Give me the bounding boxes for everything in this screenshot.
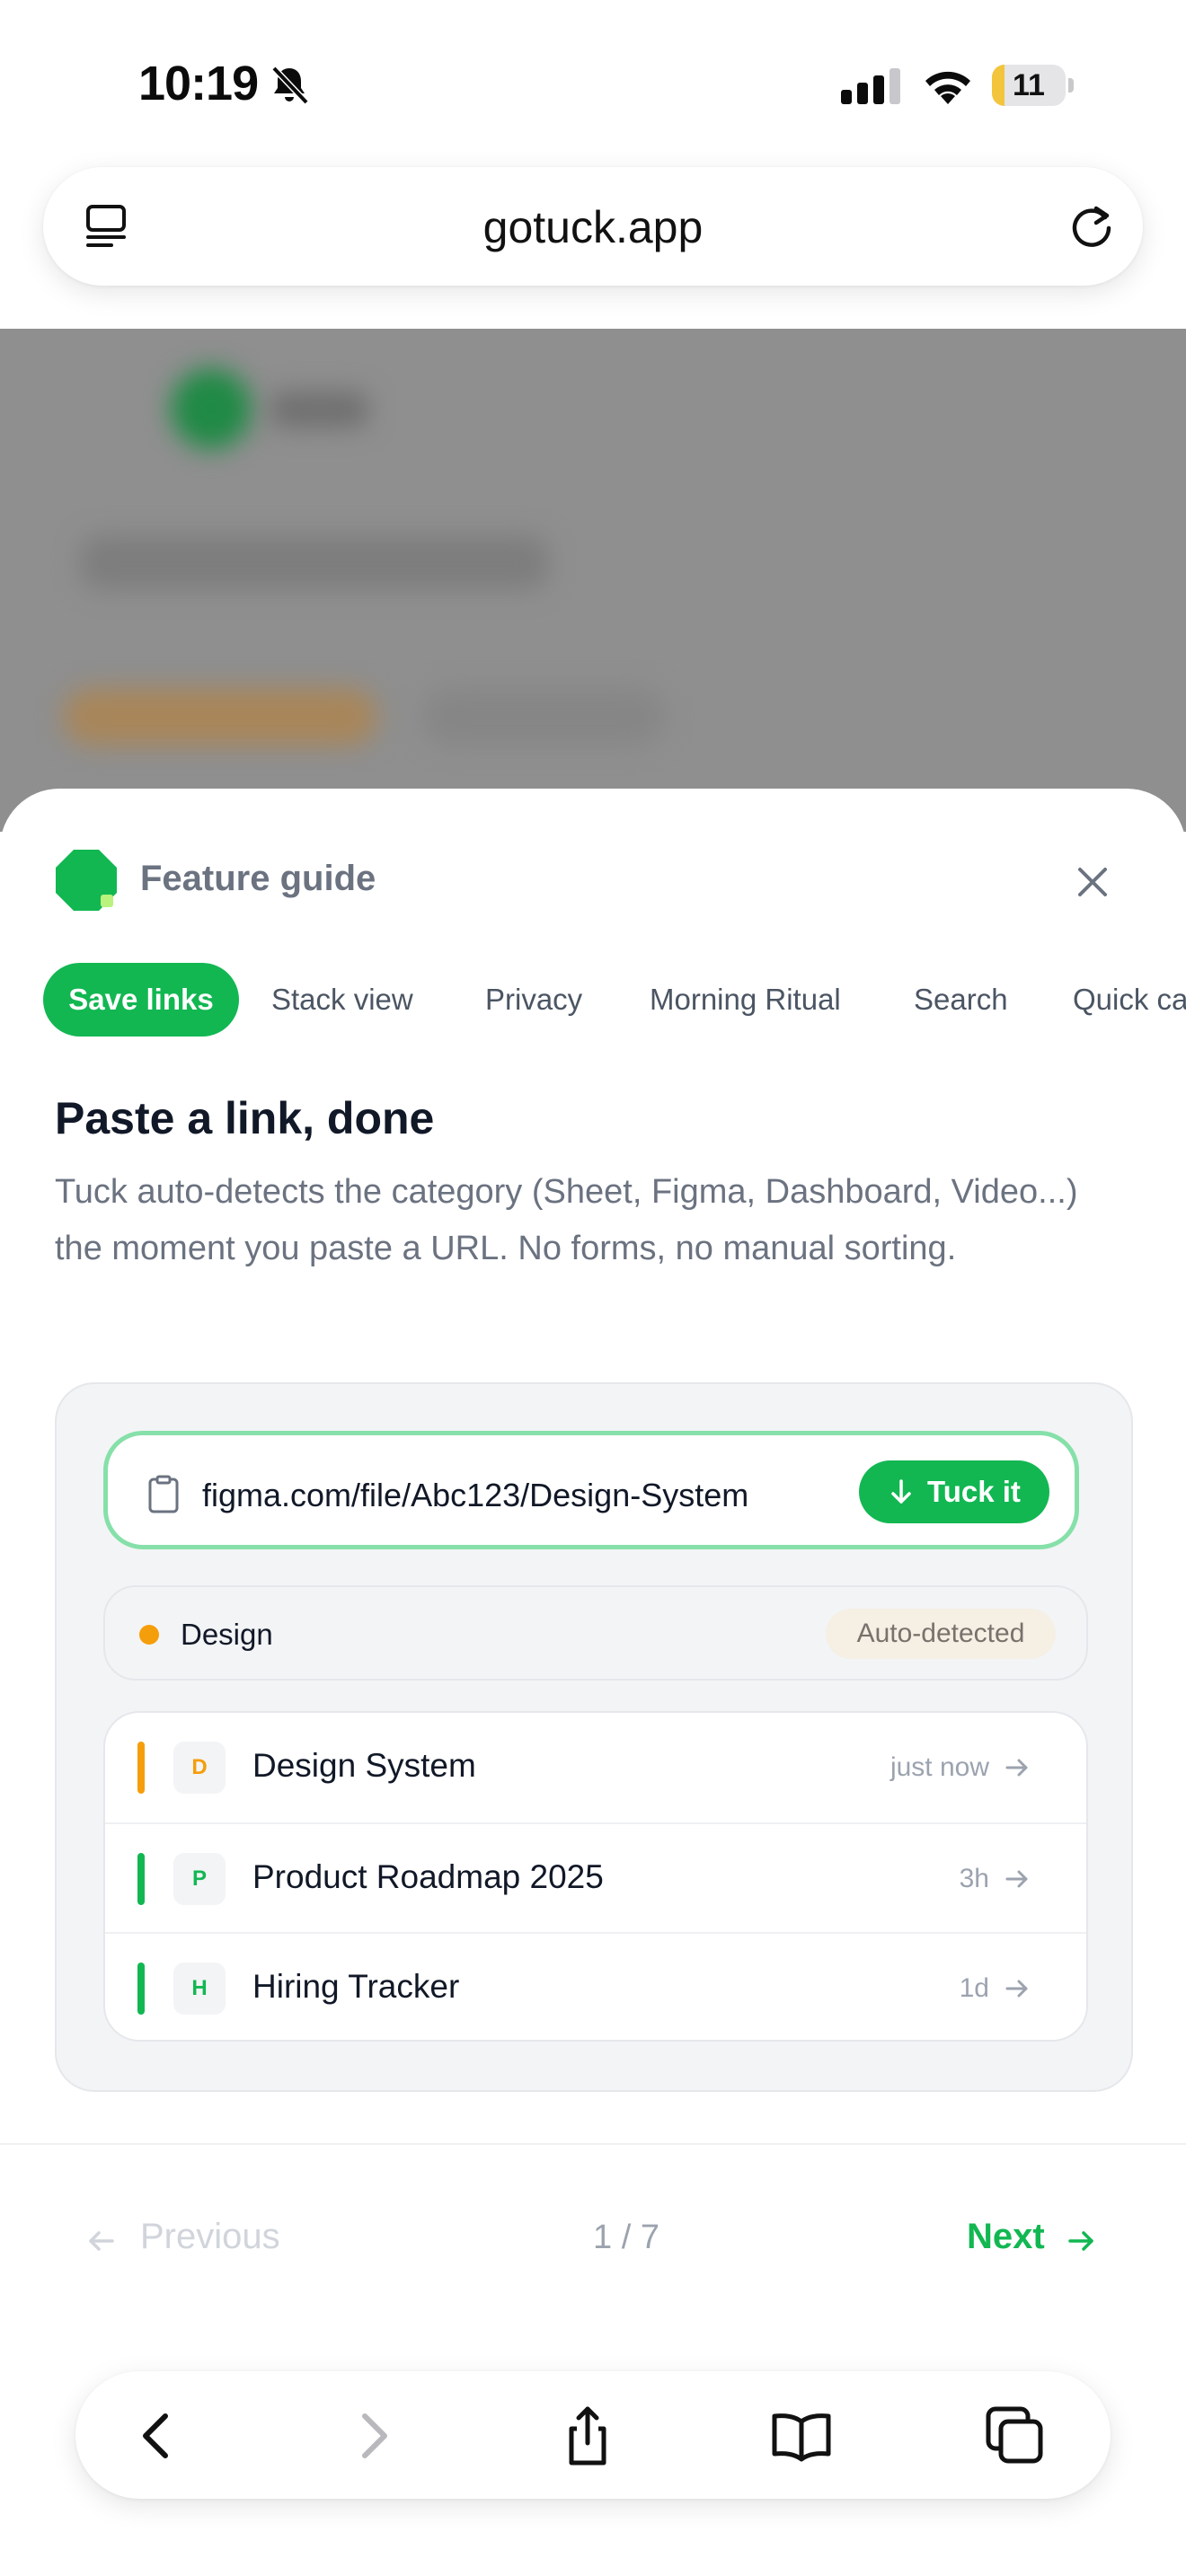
item-time: just now — [890, 1752, 989, 1782]
category-bar — [137, 1742, 145, 1794]
saved-links-list: D Design System just now P Product Roadm… — [103, 1711, 1088, 2042]
arrow-down-icon — [891, 1479, 911, 1504]
reload-icon[interactable] — [1066, 199, 1118, 251]
item-time: 1d — [959, 1973, 989, 2003]
arrow-right-icon[interactable] — [1004, 1975, 1031, 2002]
arrow-right-icon[interactable] — [1004, 1866, 1031, 1892]
tab-save-links[interactable]: Save links — [43, 963, 239, 1037]
list-item[interactable]: H Hiring Tracker 1d — [105, 1932, 1086, 2040]
status-time: 10:19 — [138, 57, 259, 110]
battery-level: 11 — [1013, 68, 1045, 102]
item-time: 3h — [959, 1864, 989, 1893]
feature-demo-card: figma.com/file/Abc123/Design-System Tuck… — [55, 1382, 1133, 2092]
status-bar: 10:19 11 — [0, 0, 1186, 162]
item-initial: P — [173, 1853, 226, 1905]
tab-stack-view[interactable]: Stack view — [271, 963, 413, 1037]
forward-icon[interactable] — [340, 2404, 404, 2468]
list-item[interactable]: D Design System just now — [105, 1713, 1086, 1822]
item-title: Hiring Tracker — [252, 1968, 460, 2005]
next-label: Next — [967, 2217, 1045, 2256]
feature-heading: Paste a link, done — [55, 1093, 435, 1143]
clipboard-icon — [148, 1475, 179, 1513]
silent-bell-icon — [271, 66, 309, 105]
feature-guide-sheet: Feature guide Save links Stack view Priv… — [0, 789, 1186, 2576]
dimmed-page-background[interactable] — [0, 329, 1186, 832]
item-title: Product Roadmap 2025 — [252, 1858, 604, 1895]
next-button[interactable]: Next — [967, 2211, 1102, 2265]
category-bar — [137, 1963, 145, 2015]
battery-indicator: 11 — [992, 65, 1074, 106]
close-icon[interactable] — [1071, 860, 1114, 904]
item-title: Design System — [252, 1747, 476, 1784]
tuck-it-label: Tuck it — [927, 1475, 1021, 1508]
pasted-url[interactable]: figma.com/file/Abc123/Design-System — [202, 1477, 748, 1514]
item-initial: D — [173, 1742, 226, 1794]
item-initial: H — [173, 1963, 226, 2015]
cellular-signal-icon — [841, 68, 900, 104]
share-icon[interactable] — [555, 2404, 620, 2468]
wifi-icon — [925, 71, 970, 104]
category-bar — [137, 1853, 145, 1905]
list-item[interactable]: P Product Roadmap 2025 3h — [105, 1822, 1086, 1934]
category-label: Design — [181, 1618, 273, 1651]
feature-description: Tuck auto-detects the category (Sheet, F… — [55, 1173, 1078, 1267]
arrow-right-icon — [1068, 2231, 1093, 2251]
feature-tabs: Save links Stack view Privacy Morning Ri… — [43, 963, 1186, 1037]
arrow-right-icon[interactable] — [1004, 1754, 1031, 1781]
bookmarks-icon[interactable] — [769, 2404, 834, 2468]
sheet-title: Feature guide — [140, 859, 376, 898]
tabs-icon[interactable] — [983, 2404, 1048, 2468]
footer-divider — [0, 2143, 1186, 2145]
auto-detected-badge: Auto-detected — [826, 1609, 1056, 1659]
browser-toolbar — [75, 2371, 1111, 2499]
tab-quick-capture[interactable]: Quick ca — [1073, 963, 1186, 1037]
category-color-dot — [139, 1625, 159, 1645]
address-bar[interactable]: gotuck.app — [43, 167, 1143, 286]
tab-search[interactable]: Search — [914, 963, 1008, 1037]
tuck-it-button[interactable]: Tuck it — [859, 1460, 1049, 1523]
back-icon[interactable] — [126, 2404, 190, 2468]
url-text[interactable]: gotuck.app — [43, 201, 1143, 253]
tuck-logo-icon — [56, 850, 117, 911]
detected-category-row: Design Auto-detected — [103, 1585, 1088, 1681]
paste-url-field[interactable]: figma.com/file/Abc123/Design-System Tuck… — [103, 1431, 1079, 1549]
tab-privacy[interactable]: Privacy — [485, 963, 582, 1037]
tab-morning-ritual[interactable]: Morning Ritual — [650, 963, 841, 1037]
